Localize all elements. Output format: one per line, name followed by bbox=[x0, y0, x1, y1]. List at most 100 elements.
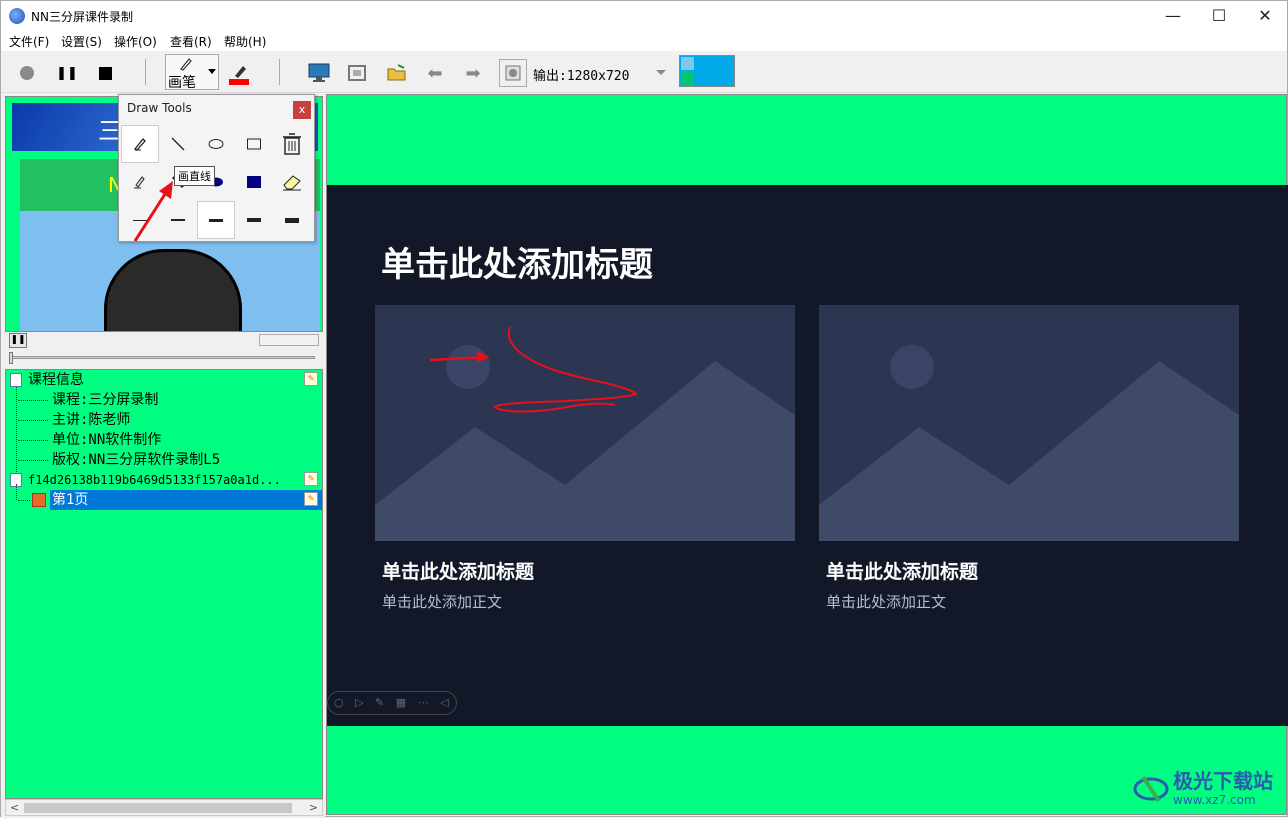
camera-controls: ❚❚ bbox=[5, 333, 323, 349]
line-tool-tooltip: 画直线 bbox=[174, 166, 215, 186]
card-text: 单击此处添加正文 bbox=[826, 593, 947, 611]
pen-annotation bbox=[429, 326, 638, 413]
pencil-icon bbox=[133, 138, 146, 151]
tree-line bbox=[18, 420, 48, 421]
filled-rectangle-icon bbox=[247, 176, 261, 188]
camera-status-box bbox=[259, 334, 319, 346]
tree-line bbox=[16, 484, 17, 500]
tree-line bbox=[18, 400, 48, 401]
app-icon bbox=[9, 8, 25, 24]
card-text: 单击此处添加正文 bbox=[382, 593, 503, 611]
draw-tools-title: Draw Tools bbox=[127, 101, 192, 115]
window-title: NN三分屏课件录制 bbox=[31, 10, 133, 24]
output-settings-button[interactable] bbox=[499, 59, 527, 87]
pointer-arrow-annotation bbox=[133, 181, 173, 242]
menu-operation[interactable]: 操作(O) bbox=[114, 33, 157, 50]
record-button[interactable] bbox=[13, 59, 41, 87]
edit-icon[interactable]: ✎ bbox=[304, 372, 318, 386]
folder-icon bbox=[387, 64, 406, 81]
document-icon bbox=[10, 373, 22, 387]
slideshow-controls[interactable]: ○ ▷ ✎ ▦ ⋯ ◁ bbox=[327, 691, 457, 715]
menu-bar: 文件(F) 设置(S) 操作(O) 查看(R) 帮助(H) bbox=[1, 31, 1287, 51]
pen-tool-button[interactable]: 画笔 bbox=[165, 54, 219, 91]
scroll-left-icon[interactable]: < bbox=[10, 801, 19, 814]
menu-file[interactable]: 文件(F) bbox=[9, 33, 49, 50]
open-folder-button[interactable] bbox=[383, 59, 411, 87]
tree-node-label: f14d26138b119b6469d5133f157a0a1d... bbox=[28, 473, 281, 487]
close-button[interactable]: ✕ bbox=[1242, 1, 1288, 31]
camera-pause-button[interactable]: ❚❚ bbox=[9, 333, 27, 348]
card-title: 单击此处添加标题 bbox=[826, 561, 979, 583]
watermark-name: 极光下载站 bbox=[1173, 769, 1273, 793]
tree-line bbox=[16, 384, 17, 476]
volume-slider-track[interactable] bbox=[9, 356, 315, 359]
filled-rectangle-tool[interactable] bbox=[235, 163, 273, 201]
dropdown-arrow-icon[interactable] bbox=[208, 69, 216, 74]
tree-node-page-selected[interactable]: 第1页 bbox=[50, 490, 322, 510]
record-icon bbox=[20, 66, 34, 80]
ellipse-icon bbox=[208, 139, 224, 149]
eraser-icon bbox=[283, 175, 301, 191]
trash-icon bbox=[283, 133, 301, 155]
eraser-tool[interactable] bbox=[273, 163, 311, 201]
layout-preview-button[interactable] bbox=[679, 55, 735, 87]
menu-help[interactable]: 帮助(H) bbox=[224, 33, 266, 50]
line-width-4[interactable] bbox=[235, 201, 273, 239]
pencil-icon bbox=[180, 58, 192, 71]
stop-button[interactable] bbox=[91, 59, 119, 87]
draw-tools-close-button[interactable]: x bbox=[293, 101, 311, 119]
minimize-button[interactable]: — bbox=[1150, 1, 1196, 31]
arrow-left-icon: ⬅ bbox=[427, 62, 443, 84]
freehand-pen-tool[interactable] bbox=[121, 125, 159, 163]
edit-icon[interactable]: ✎ bbox=[304, 472, 318, 486]
horizontal-scrollbar[interactable]: < > bbox=[5, 799, 323, 816]
rectangle-icon bbox=[247, 138, 261, 150]
aurora-logo-icon bbox=[1133, 775, 1169, 803]
watermark: 极光下载站 www.xz7.com bbox=[1131, 763, 1281, 813]
ppt-icon bbox=[32, 493, 46, 507]
line-width-icon bbox=[209, 218, 223, 222]
layout-cell bbox=[681, 71, 694, 86]
slide: 单击此处添加标题 单击此处添加标题 单击此处添加正文 单击此处添加标题 单击此处… bbox=[327, 185, 1288, 726]
output-dropdown-icon[interactable] bbox=[656, 70, 666, 75]
toolbar-separator bbox=[279, 59, 280, 85]
fullscreen-icon bbox=[348, 65, 366, 81]
edit-icon[interactable]: ✎ bbox=[304, 492, 318, 506]
line-width-icon bbox=[285, 217, 299, 223]
app-window: NN三分屏课件录制 — ☐ ✕ 文件(F) 设置(S) 操作(O) 查看(R) … bbox=[0, 0, 1288, 818]
previous-button[interactable]: ⬅ bbox=[421, 59, 449, 87]
card-title: 单击此处添加标题 bbox=[382, 561, 535, 583]
menu-settings[interactable]: 设置(S) bbox=[61, 33, 102, 50]
tree-leaf[interactable]: 主讲:陈老师 bbox=[52, 410, 130, 430]
menu-view[interactable]: 查看(R) bbox=[170, 33, 212, 50]
output-resolution-label: 输出:1280x720 bbox=[533, 69, 630, 84]
scrollbar-thumb[interactable] bbox=[24, 803, 292, 813]
scroll-right-icon[interactable]: > bbox=[309, 801, 318, 814]
rectangle-tool[interactable] bbox=[235, 125, 273, 163]
tree-line bbox=[18, 500, 30, 501]
ellipse-tool[interactable] bbox=[197, 125, 235, 163]
maximize-button[interactable]: ☐ bbox=[1196, 1, 1242, 31]
pen-label: 画笔 bbox=[168, 75, 196, 91]
pen-color-button[interactable] bbox=[225, 59, 253, 87]
title-bar: NN三分屏课件录制 — ☐ ✕ bbox=[1, 1, 1287, 31]
line-width-3[interactable] bbox=[197, 201, 235, 239]
line-width-5[interactable] bbox=[273, 201, 311, 239]
tree-leaf[interactable]: 课程:三分屏录制 bbox=[52, 390, 158, 410]
line-tool[interactable] bbox=[159, 125, 197, 163]
tree-leaf[interactable]: 版权:NN三分屏软件录制L5 bbox=[52, 450, 220, 470]
stop-icon bbox=[98, 66, 112, 80]
clear-tool[interactable] bbox=[273, 125, 311, 163]
tree-node-label: 第1页 bbox=[52, 492, 89, 508]
pause-icon: ❚❚ bbox=[56, 65, 78, 81]
screen-capture-button[interactable] bbox=[305, 59, 333, 87]
slide-preview-area: 单击此处添加标题 单击此处添加标题 单击此处添加正文 单击此处添加标题 单击此处… bbox=[326, 94, 1288, 815]
monitor-icon bbox=[308, 63, 330, 82]
layout-cell bbox=[681, 57, 694, 70]
pause-button[interactable]: ❚❚ bbox=[53, 59, 81, 87]
tree-line bbox=[18, 460, 48, 461]
next-button[interactable]: ➡ bbox=[459, 59, 487, 87]
tree-leaf[interactable]: 单位:NN软件制作 bbox=[52, 430, 161, 450]
volume-slider-thumb[interactable] bbox=[9, 352, 13, 364]
fullscreen-button[interactable] bbox=[343, 59, 371, 87]
